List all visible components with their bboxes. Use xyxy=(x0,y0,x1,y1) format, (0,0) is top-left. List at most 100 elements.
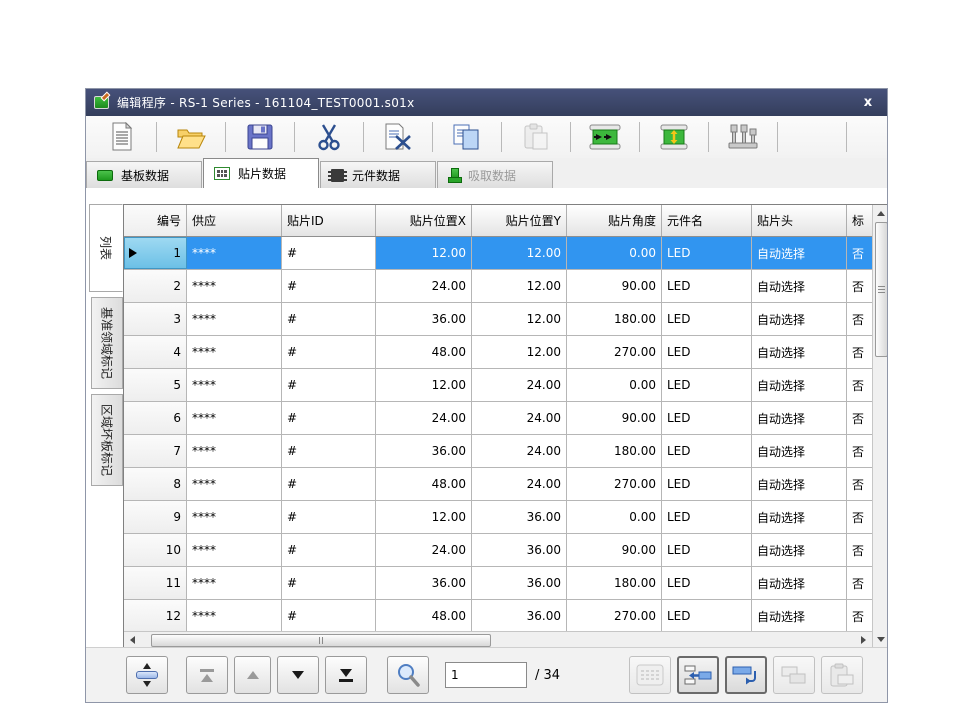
cell-y[interactable]: 36.00 xyxy=(472,600,567,631)
cell-y[interactable]: 24.00 xyxy=(472,468,567,500)
board-width-button[interactable] xyxy=(652,119,696,155)
cell-id[interactable]: # xyxy=(282,435,376,467)
cell-part[interactable]: LED xyxy=(662,237,752,269)
go-first-row-button[interactable] xyxy=(186,656,228,694)
cell-x[interactable]: 48.00 xyxy=(376,468,472,500)
cell-supply[interactable]: **** xyxy=(187,369,282,401)
cut-button[interactable] xyxy=(307,119,351,155)
cell-angle[interactable]: 180.00 xyxy=(567,435,662,467)
cell-id[interactable]: # xyxy=(282,567,376,599)
copy-rows-button[interactable] xyxy=(773,656,815,694)
cell-part[interactable]: LED xyxy=(662,600,752,631)
scroll-left-button[interactable] xyxy=(124,632,141,647)
cell-x[interactable]: 48.00 xyxy=(376,600,472,631)
insert-return-button[interactable] xyxy=(725,656,767,694)
go-last-row-button[interactable] xyxy=(325,656,367,694)
vertical-scroll-thumb[interactable] xyxy=(875,222,888,357)
cell-head[interactable]: 自动选择 xyxy=(752,501,847,533)
table-row[interactable]: 6****#24.0024.0090.00LED自动选择否 xyxy=(124,402,872,435)
copy-button[interactable] xyxy=(445,119,489,155)
row-header[interactable]: 11 xyxy=(124,567,187,599)
cell-angle[interactable]: 0.00 xyxy=(567,501,662,533)
scroll-up-button[interactable] xyxy=(873,205,887,222)
column-header[interactable]: 贴片ID xyxy=(282,205,376,236)
tab-placement-data[interactable]: 贴片数据 xyxy=(203,158,319,188)
cell-id[interactable]: # xyxy=(282,369,376,401)
row-header[interactable]: 4 xyxy=(124,336,187,368)
cell-y[interactable]: 36.00 xyxy=(472,501,567,533)
cell-id[interactable]: # xyxy=(282,468,376,500)
delete-button[interactable] xyxy=(376,119,420,155)
table-row[interactable]: 8****#48.0024.00270.00LED自动选择否 xyxy=(124,468,872,501)
table-row[interactable]: 7****#36.0024.00180.00LED自动选择否 xyxy=(124,435,872,468)
cell-id[interactable]: # xyxy=(282,237,376,269)
table-row[interactable]: 11****#36.0036.00180.00LED自动选择否 xyxy=(124,567,872,600)
cell-id[interactable]: # xyxy=(282,270,376,302)
cell-x[interactable]: 12.00 xyxy=(376,501,472,533)
cell-supply[interactable]: **** xyxy=(187,468,282,500)
cell-head[interactable]: 自动选择 xyxy=(752,567,847,599)
cell-x[interactable]: 24.00 xyxy=(376,270,472,302)
cell-y[interactable]: 24.00 xyxy=(472,402,567,434)
table-row[interactable]: 4****#48.0012.00270.00LED自动选择否 xyxy=(124,336,872,369)
cell-y[interactable]: 36.00 xyxy=(472,567,567,599)
cell-head[interactable]: 自动选择 xyxy=(752,468,847,500)
cell-id[interactable]: # xyxy=(282,501,376,533)
cell-mark[interactable]: 否 xyxy=(847,402,872,434)
cell-part[interactable]: LED xyxy=(662,303,752,335)
cell-head[interactable]: 自动选择 xyxy=(752,270,847,302)
row-height-button[interactable] xyxy=(126,656,168,694)
cell-y[interactable]: 24.00 xyxy=(472,369,567,401)
cell-x[interactable]: 24.00 xyxy=(376,534,472,566)
column-header[interactable]: 元件名 xyxy=(662,205,752,236)
cell-x[interactable]: 12.00 xyxy=(376,369,472,401)
table-row[interactable]: 3****#36.0012.00180.00LED自动选择否 xyxy=(124,303,872,336)
cell-mark[interactable]: 否 xyxy=(847,369,872,401)
cell-angle[interactable]: 270.00 xyxy=(567,336,662,368)
cell-head[interactable]: 自动选择 xyxy=(752,336,847,368)
cell-supply[interactable]: **** xyxy=(187,600,282,631)
cell-mark[interactable]: 否 xyxy=(847,468,872,500)
cell-y[interactable]: 12.00 xyxy=(472,336,567,368)
cell-supply[interactable]: **** xyxy=(187,534,282,566)
column-header[interactable]: 编号 xyxy=(124,205,187,236)
column-header[interactable]: 标 xyxy=(847,205,872,236)
cell-id[interactable]: # xyxy=(282,600,376,631)
save-button[interactable] xyxy=(238,119,282,155)
cell-angle[interactable]: 0.00 xyxy=(567,369,662,401)
cell-mark[interactable]: 否 xyxy=(847,303,872,335)
row-header[interactable]: 9 xyxy=(124,501,187,533)
close-button[interactable]: x xyxy=(857,95,879,110)
cell-supply[interactable]: **** xyxy=(187,567,282,599)
cell-x[interactable]: 36.00 xyxy=(376,435,472,467)
row-header[interactable]: 2 xyxy=(124,270,187,302)
cell-part[interactable]: LED xyxy=(662,270,752,302)
cell-id[interactable]: # xyxy=(282,402,376,434)
cell-mark[interactable]: 否 xyxy=(847,336,872,368)
cell-supply[interactable]: **** xyxy=(187,435,282,467)
table-row[interactable]: 12****#48.0036.00270.00LED自动选择否 xyxy=(124,600,872,631)
cell-supply[interactable]: **** xyxy=(187,336,282,368)
cell-y[interactable]: 12.00 xyxy=(472,270,567,302)
table-row[interactable]: 10****#24.0036.0090.00LED自动选择否 xyxy=(124,534,872,567)
tab-pickup-data[interactable]: 吸取数据 xyxy=(437,161,553,188)
tab-board-data[interactable]: 基板数据 xyxy=(86,161,202,188)
go-next-row-button[interactable] xyxy=(277,656,319,694)
cell-part[interactable]: LED xyxy=(662,369,752,401)
cell-x[interactable]: 24.00 xyxy=(376,402,472,434)
cell-angle[interactable]: 90.00 xyxy=(567,270,662,302)
cell-mark[interactable]: 否 xyxy=(847,534,872,566)
table-row[interactable]: 5****#12.0024.000.00LED自动选择否 xyxy=(124,369,872,402)
table-row[interactable]: 9****#12.0036.000.00LED自动选择否 xyxy=(124,501,872,534)
cell-angle[interactable]: 90.00 xyxy=(567,534,662,566)
cell-angle[interactable]: 180.00 xyxy=(567,567,662,599)
board-transport-button[interactable] xyxy=(583,119,627,155)
cell-angle[interactable]: 0.00 xyxy=(567,237,662,269)
cell-id[interactable]: # xyxy=(282,534,376,566)
search-button[interactable] xyxy=(387,656,429,694)
title-bar[interactable]: 编辑程序 - RS-1 Series - 161104_TEST0001.s01… xyxy=(86,89,887,116)
cell-part[interactable]: LED xyxy=(662,402,752,434)
cell-head[interactable]: 自动选择 xyxy=(752,237,847,269)
cell-x[interactable]: 12.00 xyxy=(376,237,472,269)
row-header[interactable]: 5 xyxy=(124,369,187,401)
